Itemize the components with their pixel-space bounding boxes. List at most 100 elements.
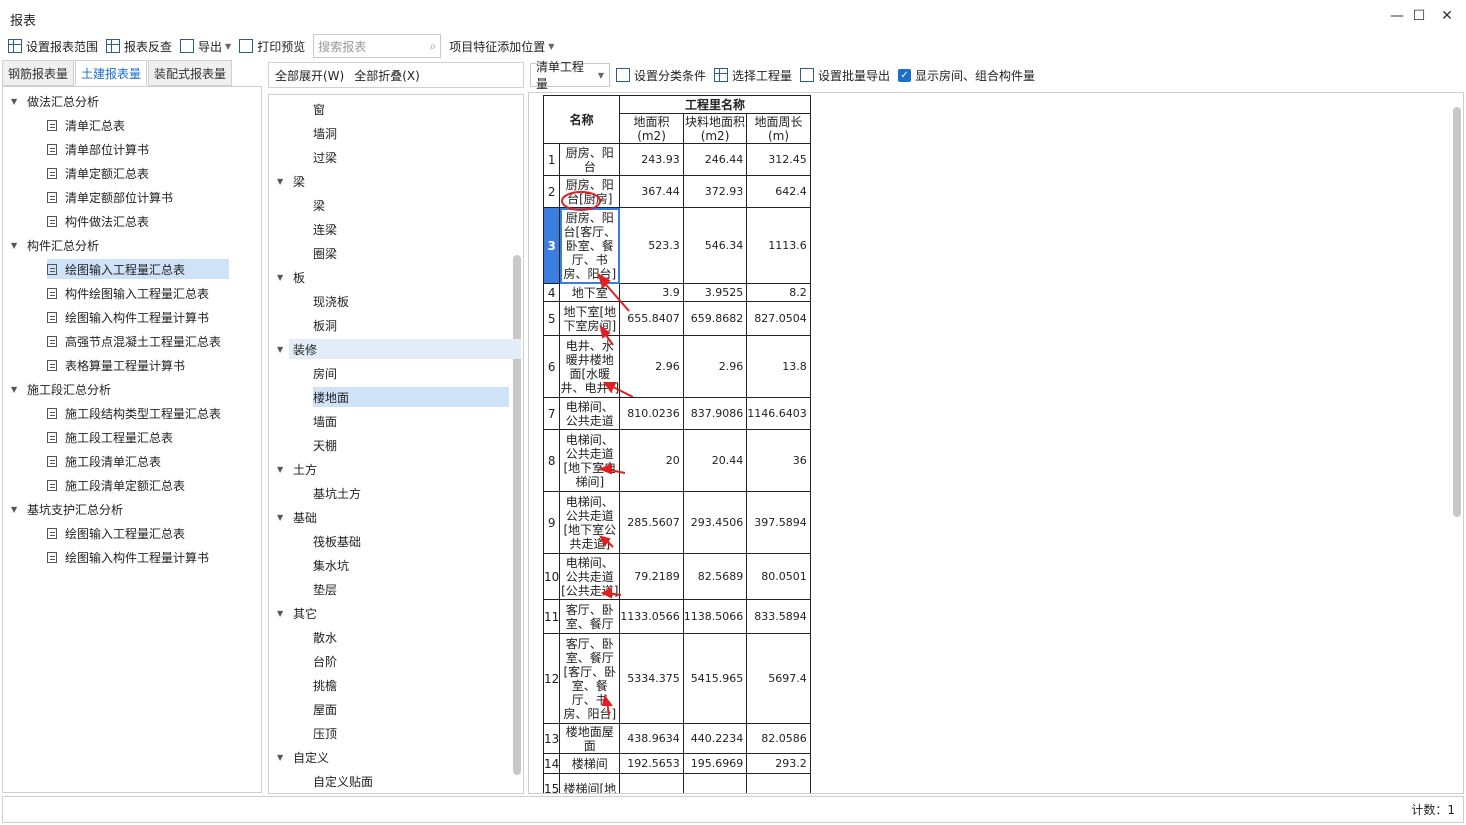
- name-cell[interactable]: 地下室[地下室房间]: [559, 301, 621, 336]
- category-item[interactable]: 压顶: [313, 723, 337, 743]
- value-cell[interactable]: 243.93: [619, 143, 684, 176]
- value-cell[interactable]: 655.8407: [619, 301, 684, 336]
- tree-item[interactable]: 清单部位计算书: [47, 139, 149, 159]
- row-number[interactable]: 11: [542, 599, 561, 634]
- value-cell[interactable]: 195.6969: [682, 753, 748, 774]
- table-row[interactable]: 2 厨房、阳台[厨房] 367.44 372.93 642.4: [542, 175, 811, 208]
- value-cell[interactable]: 642.4: [746, 175, 811, 208]
- expand-all-button[interactable]: 全部展开(W): [275, 67, 344, 84]
- value-cell[interactable]: 1113.6: [746, 207, 811, 284]
- value-cell[interactable]: 82.0586: [746, 723, 811, 754]
- value-cell[interactable]: 440.2234: [682, 723, 748, 754]
- minimize-icon[interactable]: —: [1386, 8, 1408, 26]
- category-item[interactable]: 集水坑: [313, 555, 349, 575]
- row-number[interactable]: 8: [542, 429, 561, 492]
- expand-arrow-icon[interactable]: ▼: [277, 465, 287, 474]
- table-row[interactable]: 8 电梯间、公共走道[地下室电梯间] 20 20.44 36: [542, 429, 811, 492]
- tab-civil[interactable]: 土建报表量: [75, 60, 148, 86]
- value-cell[interactable]: 659.8682: [682, 301, 748, 336]
- row-number[interactable]: 15: [542, 773, 561, 793]
- value-cell[interactable]: 293.4506: [682, 491, 748, 554]
- show-rooms-checkbox[interactable]: ✓ 显示房间、组合构件量: [898, 67, 1035, 84]
- category-item[interactable]: 窗: [313, 99, 325, 119]
- value-cell[interactable]: 8.2: [746, 283, 811, 302]
- name-cell[interactable]: 电梯间、公共走道: [559, 397, 621, 430]
- row-number[interactable]: 4: [542, 283, 561, 302]
- table-row[interactable]: 14 楼梯间 192.5653 195.6969 293.2: [542, 753, 811, 774]
- value-cell[interactable]: 397.5894: [746, 491, 811, 554]
- category-item[interactable]: 筏板基础: [313, 531, 361, 551]
- value-cell[interactable]: 546.34: [682, 207, 748, 284]
- category-item[interactable]: 圈梁: [313, 243, 337, 263]
- tab-prefab[interactable]: 装配式报表量: [148, 60, 233, 86]
- category-item[interactable]: 散水: [313, 627, 337, 647]
- tree-group[interactable]: ▼ 做法汇总分析: [11, 91, 99, 111]
- print-preview-button[interactable]: 打印预览: [239, 38, 305, 55]
- tree-item[interactable]: 绘图输入构件工程量计算书: [47, 307, 209, 327]
- name-cell[interactable]: 客厅、卧室、餐厅: [559, 599, 621, 634]
- table-row[interactable]: 4 地下室 3.9 3.9525 8.2: [542, 283, 811, 302]
- name-cell[interactable]: 厨房、阳台: [559, 143, 621, 176]
- category-item[interactable]: 板洞: [313, 315, 337, 335]
- name-cell[interactable]: 地下室: [559, 283, 621, 302]
- value-cell[interactable]: 438.9634: [619, 723, 684, 754]
- category-item[interactable]: 墙洞: [313, 123, 337, 143]
- row-number[interactable]: 6: [542, 335, 561, 398]
- value-cell[interactable]: 79.2189: [619, 553, 684, 600]
- tree-item[interactable]: 构件做法汇总表: [47, 211, 149, 231]
- expand-arrow-icon[interactable]: ▼: [277, 345, 287, 354]
- tree-item[interactable]: 清单汇总表: [47, 115, 125, 135]
- table-row[interactable]: 6 电井、水暖井楼地面[水暖井、电井、] 2.96 2.96 13.8: [542, 335, 811, 398]
- reverse-check-button[interactable]: 报表反查: [106, 38, 172, 55]
- set-range-button[interactable]: 设置报表范围: [8, 38, 98, 55]
- expand-arrow-icon[interactable]: ▼: [11, 241, 21, 250]
- table-row[interactable]: 10 电梯间、公共走道[公共走道] 79.2189 82.5689 80.0501: [542, 553, 811, 600]
- category-item[interactable]: 楼地面: [313, 387, 509, 407]
- value-cell[interactable]: 367.44: [619, 175, 684, 208]
- category-item[interactable]: 现浇板: [313, 291, 349, 311]
- table-row[interactable]: 5 地下室[地下室房间] 655.8407 659.8682 827.0504: [542, 301, 811, 336]
- expand-arrow-icon[interactable]: ▼: [277, 513, 287, 522]
- export-button[interactable]: 导出 ▼: [180, 38, 231, 55]
- value-cell[interactable]: 293.2: [746, 753, 811, 774]
- value-cell[interactable]: 192.5653: [619, 753, 684, 774]
- table-row[interactable]: 7 电梯间、公共走道 810.0236 837.9086 1146.6403: [542, 397, 811, 430]
- table-row[interactable]: 11 客厅、卧室、餐厅 1133.0566 1138.5066 833.5894: [542, 599, 811, 634]
- value-cell[interactable]: [746, 773, 811, 793]
- category-item[interactable]: 自定义贴面: [313, 771, 373, 791]
- category-item[interactable]: 屋面: [313, 699, 337, 719]
- tree-item[interactable]: 施工段清单汇总表: [47, 451, 161, 471]
- tree-item[interactable]: 构件绘图输入工程量汇总表: [47, 283, 209, 303]
- select-project-button[interactable]: 选择工程量: [714, 67, 792, 84]
- tree-item[interactable]: 绘图输入构件工程量计算书: [47, 547, 209, 567]
- value-cell[interactable]: 20: [619, 429, 684, 492]
- value-cell[interactable]: 523.3: [619, 207, 684, 284]
- value-cell[interactable]: 13.8: [746, 335, 811, 398]
- value-cell[interactable]: 3.9: [619, 283, 684, 302]
- table-row[interactable]: 9 电梯间、公共走道[地下室公共走道] 285.5607 293.4506 397.58…: [542, 491, 811, 554]
- value-cell[interactable]: 3.9525: [682, 283, 748, 302]
- value-cell[interactable]: 372.93: [682, 175, 748, 208]
- category-group[interactable]: ▼ 其它: [277, 603, 317, 623]
- tree-item[interactable]: 绘图输入工程量汇总表: [47, 259, 229, 279]
- row-number[interactable]: 3: [542, 207, 561, 284]
- name-cell[interactable]: 电梯间、公共走道[公共走道]: [559, 553, 621, 600]
- value-cell[interactable]: 36: [746, 429, 811, 492]
- category-item[interactable]: 垫层: [313, 579, 337, 599]
- name-cell[interactable]: 电梯间、公共走道[地下室公共走道]: [559, 491, 621, 554]
- table-row[interactable]: 1 厨房、阳台 243.93 246.44 312.45: [542, 143, 811, 176]
- expand-arrow-icon[interactable]: ▼: [277, 753, 287, 762]
- value-cell[interactable]: 285.5607: [619, 491, 684, 554]
- category-item[interactable]: 天棚: [313, 435, 337, 455]
- classify-button[interactable]: 设置分类条件: [616, 67, 706, 84]
- tree-item[interactable]: 表格算量工程量计算书: [47, 355, 185, 375]
- tree-item[interactable]: 高强节点混凝土工程量汇总表: [47, 331, 221, 351]
- batch-export-button[interactable]: 设置批量导出: [800, 67, 890, 84]
- category-item[interactable]: 房间: [313, 363, 337, 383]
- category-item[interactable]: 挑檐: [313, 675, 337, 695]
- category-group[interactable]: ▼ 基础: [277, 507, 317, 527]
- name-cell[interactable]: 电梯间、公共走道[地下室电梯间]: [559, 429, 621, 492]
- category-group[interactable]: ▼ 板: [277, 267, 305, 287]
- value-cell[interactable]: 82.5689: [682, 553, 748, 600]
- scrollbar[interactable]: [513, 255, 521, 775]
